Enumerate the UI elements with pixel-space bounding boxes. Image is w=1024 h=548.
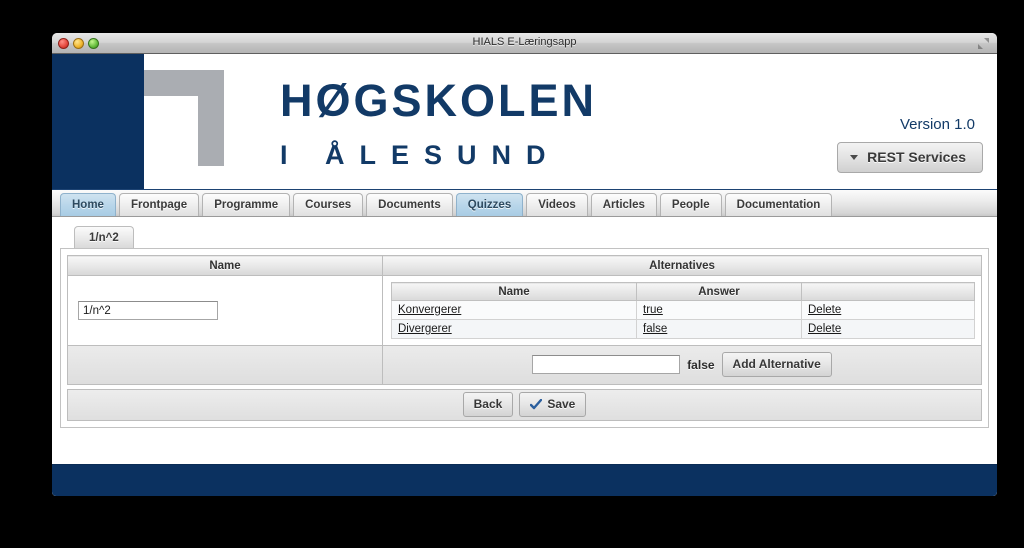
quiz-table: Name Alternatives 1/n^2 Name Answer Konv… (67, 255, 982, 346)
form-action-bar: Back Save (67, 388, 982, 421)
tab-label: Frontpage (130, 199, 188, 211)
alternatives-cell: Name Answer Konvergerer true Delete Dive… (382, 275, 982, 346)
checkmark-icon (530, 398, 543, 409)
quiz-subtab-bar: 1/n^2 (60, 226, 989, 249)
tab-label: Courses (305, 199, 352, 211)
alt-name-cell: Divergerer (391, 319, 637, 339)
quiz-edit-panel: Name Alternatives 1/n^2 Name Answer Konv… (60, 248, 989, 428)
table-row: Konvergerer true Delete (391, 300, 975, 320)
column-header-name: Name (67, 255, 383, 276)
subtab-quiz-name[interactable]: 1/n^2 (74, 226, 134, 248)
hials-corner-logo-icon (144, 70, 224, 166)
version-label: Version 1.0 (899, 116, 975, 133)
table-row: Divergerer false Delete (391, 319, 975, 339)
tab-videos[interactable]: Videos (526, 193, 588, 216)
back-button[interactable]: Back (462, 392, 514, 417)
column-header-alt-name: Name (391, 282, 637, 301)
alt-answer-cell: true (636, 300, 802, 320)
new-alternative-input[interactable] (532, 355, 681, 375)
save-label: Save (547, 397, 576, 411)
tab-label: Videos (538, 199, 576, 211)
tab-label: Articles (602, 199, 645, 211)
add-row-spacer (67, 346, 383, 385)
column-header-alternatives: Alternatives (382, 255, 982, 276)
window-titlebar[interactable]: HIALS E-Læringsapp (52, 33, 997, 54)
column-header-alt-actions (801, 282, 975, 301)
window-title: HIALS E-Læringsapp (472, 36, 577, 48)
tab-articles[interactable]: Articles (590, 193, 657, 216)
site-header: HØGSKOLEN I ÅLESUND Version 1.0 REST Ser… (52, 54, 997, 189)
save-button[interactable]: Save (519, 392, 587, 417)
tab-documentation[interactable]: Documentation (724, 193, 833, 216)
alt-name-cell: Konvergerer (391, 300, 637, 320)
alt-answer-cell: false (636, 319, 802, 339)
tab-frontpage[interactable]: Frontpage (118, 193, 200, 216)
rest-services-button[interactable]: REST Services (837, 142, 983, 173)
site-footer (52, 464, 997, 496)
tab-home[interactable]: Home (60, 193, 116, 216)
logo-bar-horizontal (144, 70, 224, 96)
alternative-answer-link[interactable]: false (643, 323, 667, 335)
alternatives-header-row: Name Answer (391, 282, 975, 301)
caret-down-icon (850, 154, 859, 160)
subtab-label: 1/n^2 (89, 231, 119, 244)
tab-label: Documentation (736, 199, 821, 211)
application-window: HIALS E-Læringsapp HØGSKOLEN I ÅLESUND V… (52, 33, 997, 496)
alternative-name-link[interactable]: Divergerer (398, 323, 452, 335)
column-header-alt-answer: Answer (636, 282, 802, 301)
tab-courses[interactable]: Courses (293, 193, 364, 216)
alt-action-cell: Delete (801, 319, 975, 339)
content-area: 1/n^2 Name Alternatives 1/n^2 Name Answe… (52, 217, 997, 458)
delete-alternative-link[interactable]: Delete (808, 323, 841, 335)
tab-quizzes[interactable]: Quizzes (455, 193, 524, 216)
table-row: Name Answer (67, 275, 982, 346)
page-body: HØGSKOLEN I ÅLESUND Version 1.0 REST Ser… (52, 54, 997, 496)
add-alternative-row: false Add Alternative (67, 346, 982, 385)
wordmark-line-1: HØGSKOLEN (280, 75, 598, 126)
add-row-controls: false Add Alternative (382, 346, 982, 385)
device-bezel: HIALS E-Læringsapp HØGSKOLEN I ÅLESUND V… (8, 8, 1016, 540)
alt-action-cell: Delete (801, 300, 975, 320)
tab-label: Home (72, 199, 104, 211)
quiz-table-header-row: Name Alternatives (67, 255, 982, 276)
quiz-name-cell (67, 275, 383, 346)
resize-icon[interactable] (977, 37, 990, 50)
alternatives-table: Name Answer Konvergerer true Delete Dive… (391, 282, 975, 339)
tab-label: People (671, 199, 710, 211)
tab-programme[interactable]: Programme (202, 193, 291, 216)
tab-label: Programme (214, 199, 279, 211)
quiz-name-input[interactable] (78, 301, 218, 321)
tab-label: Quizzes (467, 199, 512, 211)
logo-bar-vertical (198, 96, 224, 166)
tab-people[interactable]: People (659, 193, 722, 216)
alternative-answer-link[interactable]: true (643, 304, 663, 316)
tab-documents[interactable]: Documents (366, 193, 453, 216)
delete-alternative-link[interactable]: Delete (808, 304, 841, 316)
main-navigation: Home Frontpage Programme Courses Documen… (52, 189, 997, 217)
rest-services-label: REST Services (867, 149, 966, 165)
new-alternative-answer-value[interactable]: false (687, 358, 714, 372)
wordmark-line-2: I ÅLESUND (280, 140, 561, 170)
tab-label: Documents (378, 199, 441, 211)
site-wordmark: HØGSKOLEN I ÅLESUND (280, 76, 597, 172)
add-alternative-button[interactable]: Add Alternative (721, 352, 832, 378)
alternative-name-link[interactable]: Konvergerer (398, 304, 461, 316)
